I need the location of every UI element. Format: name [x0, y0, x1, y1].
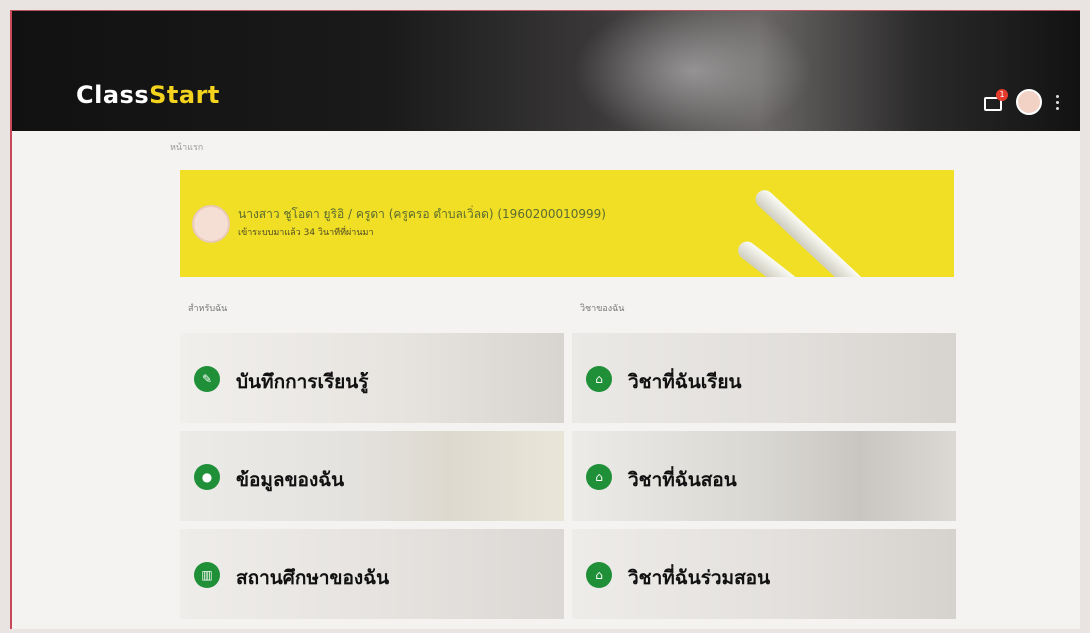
- breadcrumb[interactable]: หน้าแรก: [170, 140, 203, 154]
- tile-learning-log[interactable]: ✎ บันทึกการเรียนรู้: [180, 333, 564, 423]
- tile-my-school[interactable]: ▥ สถานศึกษาของฉัน: [180, 529, 564, 619]
- user-avatar-icon[interactable]: [1016, 89, 1042, 115]
- user-avatar: [192, 205, 230, 243]
- logo-part-start: Start: [149, 81, 220, 109]
- welcome-banner: นางสาว ชูโอดา ยูริอิ / ครูดา (ครูครอ ตำบ…: [180, 170, 954, 277]
- tile-label: ข้อมูลของฉัน: [236, 469, 345, 491]
- building-icon: ▥: [194, 562, 220, 588]
- tile-courses-i-teach[interactable]: ⌂ วิชาที่ฉันสอน: [572, 431, 956, 521]
- tile-courses-i-study[interactable]: ⌂ วิชาที่ฉันเรียน: [572, 333, 956, 423]
- home-icon: ⌂: [586, 366, 612, 392]
- message-icon[interactable]: 1: [982, 89, 1008, 111]
- tile-label: บันทึกการเรียนรู้: [236, 371, 369, 393]
- header-background-photo: [572, 11, 812, 141]
- header-actions: 1: [982, 89, 1060, 115]
- user-name[interactable]: นางสาว ชูโอดา ยูริอิ / ครูดา (ครูครอ ตำบ…: [238, 205, 606, 224]
- header-bar: ClassStart 1: [12, 11, 1080, 141]
- user-icon: ●: [194, 464, 220, 490]
- section-label-for-me: สำหรับฉัน: [188, 304, 228, 314]
- logo-part-class: Class: [76, 81, 150, 109]
- home-icon: ⌂: [586, 562, 612, 588]
- section-label-my-courses: วิชาของฉัน: [580, 304, 625, 314]
- app-screen: ClassStart 1 หน้าแรก นางสาว ชูโอดา ยูริอ…: [10, 10, 1080, 629]
- last-login-note: เข้าระบบมาแล้ว 34 วินาทีที่ผ่านมา: [238, 228, 374, 238]
- tile-label: วิชาที่ฉันร่วมสอน: [628, 567, 771, 589]
- tile-label: วิชาที่ฉันสอน: [628, 469, 737, 491]
- pencil-icon: ✎: [194, 366, 220, 392]
- tile-my-profile[interactable]: ● ข้อมูลของฉัน: [180, 431, 564, 521]
- tile-courses-i-co-teach[interactable]: ⌂ วิชาที่ฉันร่วมสอน: [572, 529, 956, 619]
- tile-label: สถานศึกษาของฉัน: [236, 567, 390, 589]
- home-icon: ⌂: [586, 464, 612, 490]
- more-vert-icon[interactable]: [1056, 94, 1060, 110]
- notification-badge: 1: [996, 89, 1008, 101]
- classstart-logo[interactable]: ClassStart: [76, 81, 220, 109]
- tile-label: วิชาที่ฉันเรียน: [628, 371, 742, 393]
